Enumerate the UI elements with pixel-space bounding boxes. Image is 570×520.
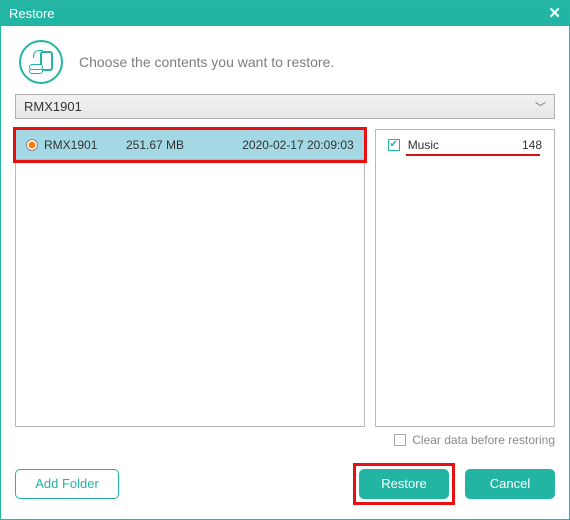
- restore-button[interactable]: Restore: [359, 469, 449, 499]
- instruction-text: Choose the contents you want to restore.: [79, 54, 334, 70]
- dropdown-selected: RMX1901: [24, 99, 82, 114]
- highlight-annotation: [406, 154, 540, 156]
- cancel-button[interactable]: Cancel: [465, 469, 555, 499]
- clear-checkbox[interactable]: [394, 434, 406, 446]
- close-icon[interactable]: ✕: [548, 4, 561, 22]
- checkbox-checked-icon[interactable]: ✔: [388, 139, 400, 151]
- backup-row[interactable]: RMX1901 251.67 MB 2020-02-17 20:09:03: [16, 130, 364, 160]
- header: Choose the contents you want to restore.: [1, 26, 569, 94]
- footer: Add Folder Restore Cancel: [15, 463, 555, 505]
- content-panes: RMX1901 251.67 MB 2020-02-17 20:09:03 ✔ …: [15, 129, 555, 427]
- clear-label: Clear data before restoring: [412, 433, 555, 447]
- restore-phone-icon: [19, 40, 63, 84]
- radio-selected-icon[interactable]: [26, 139, 38, 151]
- content-list: ✔ Music 148: [375, 129, 555, 427]
- backup-datetime: 2020-02-17 20:09:03: [212, 138, 354, 152]
- restore-dialog: Restore ✕ Choose the contents you want t…: [0, 0, 570, 520]
- titlebar: Restore ✕: [1, 1, 569, 26]
- chevron-down-icon: ﹀: [535, 99, 546, 115]
- clear-option-row: Clear data before restoring: [15, 433, 555, 447]
- backup-list: RMX1901 251.67 MB 2020-02-17 20:09:03: [15, 129, 365, 427]
- content-count: 148: [506, 138, 542, 152]
- backup-size: 251.67 MB: [126, 138, 206, 152]
- highlight-annotation: Restore: [353, 463, 455, 505]
- window-title: Restore: [9, 6, 55, 21]
- backup-name: RMX1901: [44, 138, 120, 152]
- content-label: Music: [408, 138, 498, 152]
- device-dropdown[interactable]: RMX1901 ﹀: [15, 94, 555, 119]
- add-folder-button[interactable]: Add Folder: [15, 469, 119, 499]
- content-row[interactable]: ✔ Music 148: [376, 130, 554, 160]
